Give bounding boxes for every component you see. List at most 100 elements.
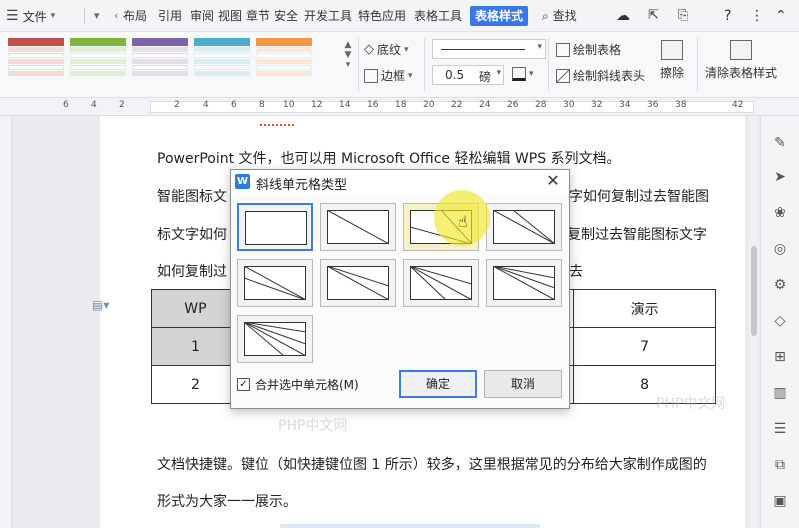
- pen-width-select[interactable]: 0.5 磅 ▾: [432, 65, 504, 85]
- scrollbar-thumb[interactable]: [751, 246, 757, 336]
- tab-review[interactable]: 审阅: [190, 6, 214, 26]
- table-style-teal[interactable]: [194, 38, 250, 82]
- border-button[interactable]: 边框 ▾: [364, 67, 413, 84]
- table-style-gallery: [8, 38, 350, 94]
- settings-icon[interactable]: ⚙: [771, 276, 789, 294]
- chevron-down-icon: ▾: [408, 70, 413, 81]
- scroll-hint-bar: [280, 524, 540, 528]
- option-preview: [493, 266, 555, 300]
- vertical-ruler[interactable]: [0, 116, 12, 528]
- vertical-scrollbar[interactable]: [749, 116, 759, 528]
- tab-view[interactable]: 视图: [218, 6, 242, 26]
- ribbon: ▲ ▼ ▾ ◇ 底纹 ▾ 边框 ▾ ▾ 0.5 磅 ▾ ▾ 绘制表格 绘制斜线表头 …: [0, 32, 799, 98]
- export-icon[interactable]: ⎘: [678, 6, 688, 26]
- diagonal-option-none[interactable]: [237, 203, 313, 251]
- diagonal-option-4[interactable]: [237, 259, 313, 307]
- tab-references[interactable]: 引用: [158, 6, 182, 26]
- file-menu[interactable]: ☰ 文件 ▾: [6, 6, 55, 26]
- chevron-down-icon: ▾: [529, 69, 534, 79]
- doc-paragraph-line: PowerPoint 文件，也可以用 Microsoft Office 轻松编辑…: [157, 151, 621, 167]
- dialog-titlebar[interactable]: W 斜线单元格类型 ✕: [231, 170, 569, 194]
- diagonal-option-8[interactable]: [237, 315, 313, 363]
- collapse-icon[interactable]: ⌃: [775, 6, 787, 26]
- ruler-number: 10: [283, 100, 295, 110]
- clear-style-icon: [730, 40, 752, 60]
- ruler-number: 36: [647, 100, 659, 110]
- horizontal-ruler[interactable]: 6 4 2 2 4 6 8 10 12 14 16 18 20 22 24 26…: [0, 98, 799, 116]
- pen-color-button[interactable]: ▾: [512, 67, 534, 81]
- tab-developer[interactable]: 开发工具: [304, 6, 352, 26]
- doc-paragraph-line: 去: [569, 264, 583, 280]
- tab-section[interactable]: 章节: [246, 6, 270, 26]
- table-cell[interactable]: 1: [151, 327, 240, 366]
- tab-layout[interactable]: 布局: [123, 6, 147, 26]
- erase-button[interactable]: 擦除: [654, 40, 690, 81]
- right-sidebar: ✎ ➤ ❀ ◎ ⚙ ◇ ⊞ ▥ ☰ ⧉ ▣: [760, 116, 799, 528]
- diagonal-option-1[interactable]: [320, 203, 396, 251]
- table-style-red[interactable]: [8, 38, 64, 82]
- table-style-orange[interactable]: [256, 38, 312, 82]
- draw-diagonal-header-button[interactable]: 绘制斜线表头: [556, 67, 645, 84]
- draw-table-icon: [556, 42, 570, 57]
- ruler-number: 16: [367, 100, 379, 110]
- cloud-icon[interactable]: ☁: [616, 6, 630, 26]
- mouse-pointer-icon: ☝: [458, 212, 468, 231]
- paragraph-options-icon[interactable]: ▤▾: [92, 298, 109, 312]
- merge-cells-checkbox[interactable]: ✓ 合并选中单元格(M): [237, 376, 359, 393]
- diagonal-icon: [556, 68, 570, 83]
- shape-icon[interactable]: ◇: [771, 312, 789, 330]
- tab-table-tools[interactable]: 表格工具: [414, 6, 462, 26]
- more-icon[interactable]: ⋮: [750, 6, 764, 26]
- table-cell[interactable]: 2: [151, 365, 240, 404]
- ruler-number: 34: [619, 100, 631, 110]
- gallery-scroll[interactable]: ▲ ▼ ▾: [342, 40, 354, 88]
- share-icon[interactable]: ⇱: [648, 6, 659, 26]
- cancel-button[interactable]: 取消: [484, 370, 562, 398]
- tab-features[interactable]: 特色应用: [358, 6, 406, 26]
- diagonal-option-6[interactable]: [403, 259, 479, 307]
- border-icon: [364, 68, 378, 83]
- table-cell[interactable]: 7: [573, 327, 716, 366]
- diagonal-option-5[interactable]: [320, 259, 396, 307]
- grid-icon[interactable]: ⊞: [771, 348, 789, 366]
- ruler-number: 20: [423, 100, 435, 110]
- table-style-green[interactable]: [70, 38, 126, 82]
- pen-icon[interactable]: ✎: [771, 134, 789, 152]
- clear-table-style-button[interactable]: 清除表格样式: [702, 40, 780, 81]
- ruler-number: 42: [732, 100, 744, 110]
- tab-security[interactable]: 安全: [274, 6, 298, 26]
- help-icon[interactable]: ?: [724, 6, 731, 26]
- draw-table-button[interactable]: 绘制表格: [556, 41, 621, 58]
- line-style-select[interactable]: ▾: [432, 39, 546, 59]
- ruler-number: 2: [174, 100, 180, 110]
- shading-button[interactable]: ◇ 底纹 ▾: [364, 41, 409, 58]
- copy-icon[interactable]: ⧉: [771, 456, 789, 474]
- tab-table-style[interactable]: 表格样式: [470, 6, 529, 26]
- ruler-number: 2: [119, 100, 125, 110]
- paint-bucket-icon: ◇: [364, 42, 374, 57]
- divider: [548, 38, 549, 92]
- ok-button[interactable]: 确定: [399, 370, 477, 398]
- line-style-preview: [441, 49, 525, 50]
- diagonal-option-3[interactable]: [486, 203, 562, 251]
- style-icon[interactable]: ❀: [771, 204, 789, 222]
- search-icon: ⌕: [542, 9, 549, 23]
- tab-bar: ☰ 文件 ▾ ▾ ‹ 布局 引用 审阅 视图 章节 安全 开发工具 特色应用 表…: [0, 0, 799, 32]
- pen-width-value: 0.5: [445, 68, 465, 82]
- draw-table-label: 绘制表格: [573, 43, 622, 57]
- table-style-purple[interactable]: [132, 38, 188, 82]
- scroll-left-icon[interactable]: ‹: [114, 6, 118, 26]
- chart-icon[interactable]: ▥: [771, 384, 789, 402]
- chat-icon[interactable]: ◎: [771, 240, 789, 258]
- table-cell[interactable]: WP: [151, 289, 240, 328]
- close-button[interactable]: ✕: [543, 171, 563, 191]
- ruler-number: 32: [591, 100, 603, 110]
- ruler-number: 4: [91, 100, 97, 110]
- diagonal-option-7[interactable]: [486, 259, 562, 307]
- table-cell[interactable]: 演示: [573, 289, 716, 328]
- image-icon[interactable]: ▣: [771, 492, 789, 510]
- chevron-down-icon[interactable]: ▾: [94, 6, 100, 26]
- select-icon[interactable]: ➤: [771, 168, 789, 186]
- search-button[interactable]: ⌕ 查找: [542, 6, 577, 26]
- list-icon[interactable]: ☰: [771, 420, 789, 438]
